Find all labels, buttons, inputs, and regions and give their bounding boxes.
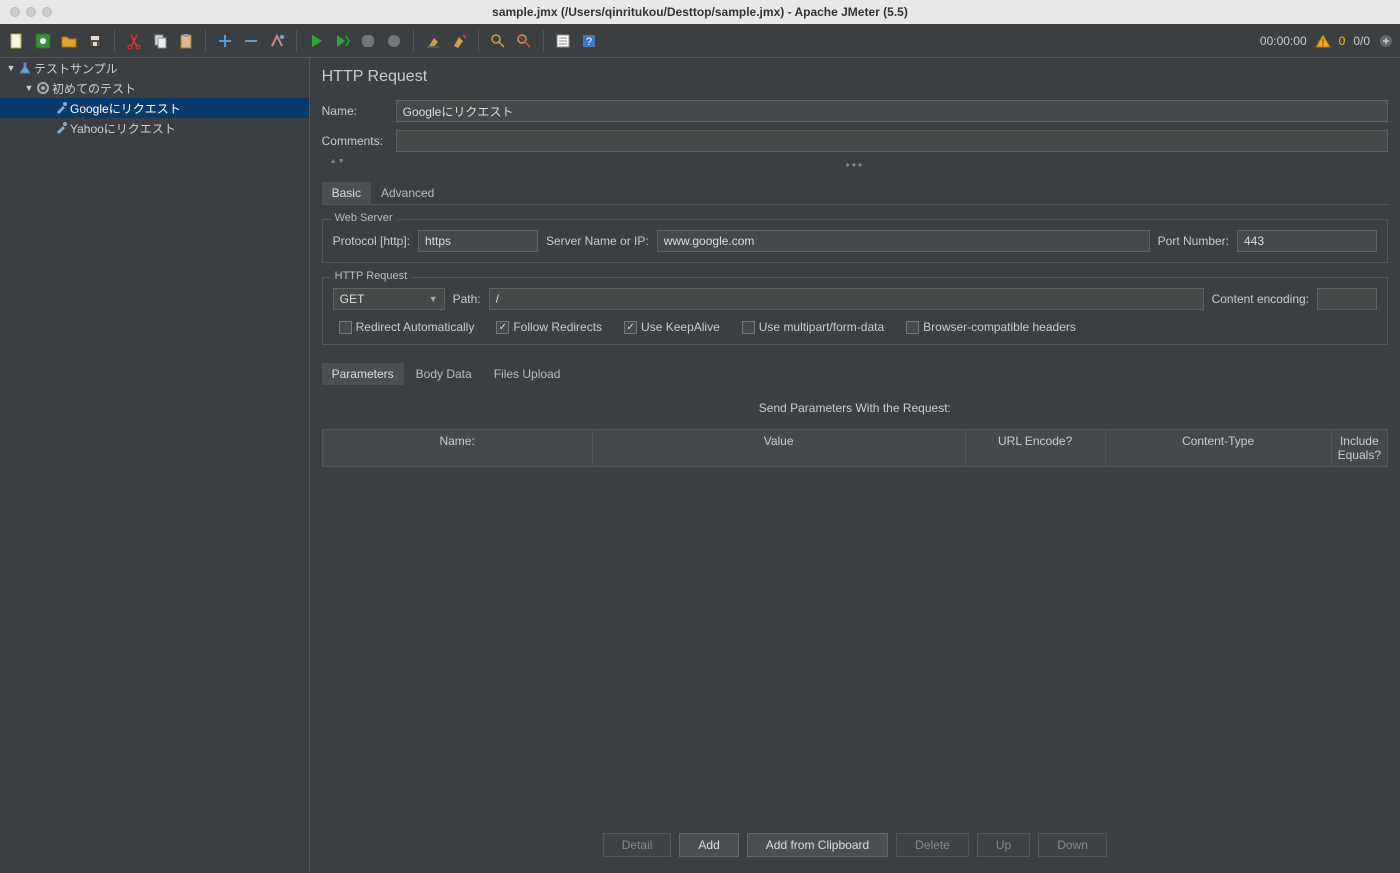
- open-file-icon[interactable]: [58, 30, 80, 52]
- tree-label: テストサンプル: [34, 60, 118, 77]
- port-input[interactable]: [1237, 230, 1377, 252]
- dropper-icon: [52, 100, 70, 116]
- col-include-equals[interactable]: Include Equals?: [1332, 430, 1387, 466]
- collapse-splitter[interactable]: •••: [322, 160, 1388, 174]
- path-label: Path:: [453, 292, 481, 306]
- protocol-label: Protocol [http]:: [333, 234, 410, 248]
- params-table-header: Name: Value URL Encode? Content-Type Inc…: [322, 429, 1388, 467]
- toggle-icon[interactable]: [266, 30, 288, 52]
- reset-search-icon[interactable]: [513, 30, 535, 52]
- http-request-fieldset: HTTP Request GET ▼ Path: Content encodin…: [322, 277, 1388, 345]
- remove-icon[interactable]: [240, 30, 262, 52]
- thread-ratio: 0/0: [1353, 34, 1370, 48]
- tree-item-thread-group[interactable]: ▼ 初めてのテスト: [0, 78, 309, 98]
- method-select[interactable]: GET ▼: [333, 288, 445, 310]
- server-input[interactable]: [657, 230, 1150, 252]
- title-bar: sample.jmx (/Users/qinritukou/Desttop/sa…: [0, 0, 1400, 24]
- col-content-type[interactable]: Content-Type: [1106, 430, 1332, 466]
- tree-item-http-request-google[interactable]: Googleにリクエスト: [0, 98, 309, 118]
- tree-label: Yahooにリクエスト: [70, 120, 176, 137]
- add-button[interactable]: Add: [679, 833, 738, 857]
- main-toolbar: ? 00:00:00 ! 0 0/0: [0, 24, 1400, 58]
- stop-icon[interactable]: [357, 30, 379, 52]
- tab-parameters[interactable]: Parameters: [322, 363, 404, 385]
- warning-count: 0: [1339, 34, 1346, 48]
- copy-icon[interactable]: [149, 30, 171, 52]
- editor-panel: HTTP Request Name: Comments: ••• Basic A…: [310, 58, 1400, 873]
- server-label: Server Name or IP:: [546, 234, 649, 248]
- run-noTimers-icon[interactable]: [331, 30, 353, 52]
- col-value[interactable]: Value: [593, 430, 966, 466]
- config-tabs: Basic Advanced: [322, 182, 1388, 205]
- col-name[interactable]: Name:: [323, 430, 593, 466]
- clear-all-icon[interactable]: [448, 30, 470, 52]
- window-title: sample.jmx (/Users/qinritukou/Desttop/sa…: [492, 5, 908, 19]
- cb-multipart[interactable]: Use multipart/form-data: [742, 320, 884, 334]
- detail-button[interactable]: Detail: [603, 833, 672, 857]
- name-input[interactable]: [396, 100, 1388, 122]
- warning-icon[interactable]: !: [1315, 33, 1331, 49]
- tab-advanced[interactable]: Advanced: [371, 182, 444, 204]
- save-icon[interactable]: [84, 30, 106, 52]
- chevron-down-icon[interactable]: ▼: [24, 83, 34, 93]
- clear-icon[interactable]: [422, 30, 444, 52]
- add-icon[interactable]: [214, 30, 236, 52]
- new-file-icon[interactable]: [6, 30, 28, 52]
- name-label: Name:: [322, 104, 386, 118]
- expand-icon[interactable]: [1378, 33, 1394, 49]
- window-max-dot[interactable]: [42, 7, 52, 17]
- tab-basic[interactable]: Basic: [322, 182, 371, 204]
- panel-title: HTTP Request: [322, 68, 1388, 86]
- chevron-down-icon[interactable]: ▼: [6, 63, 16, 73]
- chevron-down-icon: ▼: [429, 294, 438, 304]
- tab-body-data[interactable]: Body Data: [406, 363, 482, 385]
- paste-icon[interactable]: [175, 30, 197, 52]
- bottom-button-bar: Detail Add Add from Clipboard Delete Up …: [322, 823, 1388, 867]
- comments-input[interactable]: [396, 130, 1388, 152]
- window-close-dot[interactable]: [10, 7, 20, 17]
- method-value: GET: [340, 292, 365, 306]
- run-icon[interactable]: [305, 30, 327, 52]
- test-plan-tree[interactable]: ▼ テストサンプル ▼ 初めてのテスト Googleにリクエスト Yahooにリ…: [0, 58, 310, 873]
- svg-text:?: ?: [586, 36, 592, 48]
- port-label: Port Number:: [1158, 234, 1229, 248]
- cb-keepalive[interactable]: ✓Use KeepAlive: [624, 320, 720, 334]
- encoding-input[interactable]: [1317, 288, 1377, 310]
- gear-icon: [34, 80, 52, 96]
- flask-icon: [16, 60, 34, 76]
- params-caption: Send Parameters With the Request:: [322, 401, 1388, 415]
- elapsed-timer: 00:00:00: [1260, 34, 1307, 48]
- col-urlencode[interactable]: URL Encode?: [966, 430, 1106, 466]
- templates-icon[interactable]: [32, 30, 54, 52]
- web-server-legend: Web Server: [331, 212, 397, 224]
- http-request-legend: HTTP Request: [331, 270, 412, 282]
- path-input[interactable]: [489, 288, 1204, 310]
- function-helper-icon[interactable]: [552, 30, 574, 52]
- down-button[interactable]: Down: [1038, 833, 1107, 857]
- cut-icon[interactable]: [123, 30, 145, 52]
- dropper-icon: [52, 120, 70, 136]
- cb-follow-redirects[interactable]: ✓Follow Redirects: [496, 320, 602, 334]
- delete-button[interactable]: Delete: [896, 833, 969, 857]
- search-icon[interactable]: [487, 30, 509, 52]
- add-from-clipboard-button[interactable]: Add from Clipboard: [747, 833, 888, 857]
- tree-item-test-plan[interactable]: ▼ テストサンプル: [0, 58, 309, 78]
- window-min-dot[interactable]: [26, 7, 36, 17]
- tree-label: 初めてのテスト: [52, 80, 136, 97]
- help-icon[interactable]: ?: [578, 30, 600, 52]
- protocol-input[interactable]: [418, 230, 538, 252]
- tab-files-upload[interactable]: Files Upload: [484, 363, 571, 385]
- tree-item-http-request-yahoo[interactable]: Yahooにリクエスト: [0, 118, 309, 138]
- comments-label: Comments:: [322, 134, 386, 148]
- cb-redirect-auto[interactable]: Redirect Automatically: [339, 320, 475, 334]
- cb-browser-compat[interactable]: Browser-compatible headers: [906, 320, 1076, 334]
- web-server-fieldset: Web Server Protocol [http]: Server Name …: [322, 219, 1388, 263]
- data-tabs: Parameters Body Data Files Upload: [322, 363, 1388, 385]
- shutdown-icon[interactable]: [383, 30, 405, 52]
- svg-text:!: !: [1321, 38, 1324, 49]
- encoding-label: Content encoding:: [1212, 292, 1309, 306]
- tree-label: Googleにリクエスト: [70, 100, 181, 117]
- up-button[interactable]: Up: [977, 833, 1030, 857]
